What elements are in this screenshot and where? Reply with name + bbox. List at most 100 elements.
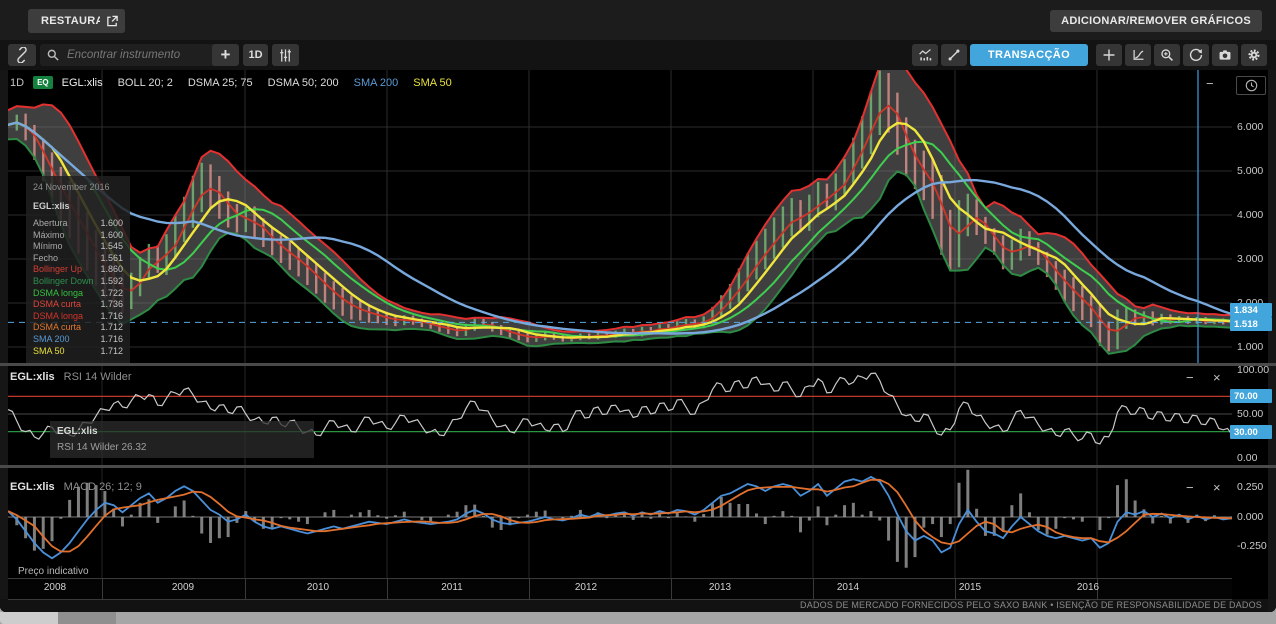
tooltip-row: SMA 501.712 <box>33 346 123 358</box>
chart-type-button[interactable] <box>912 44 938 66</box>
chain-link-icon <box>14 47 30 63</box>
indicator-label[interactable]: DSMA 25; 75 <box>188 77 253 89</box>
year-separator <box>102 579 103 599</box>
rsi-tooltip-symbol: EGL:xlis <box>57 426 307 437</box>
add-chart-button[interactable]: + <box>212 44 239 66</box>
indicator-label[interactable]: SMA 200 <box>354 77 399 89</box>
chart-application-window: RESTAURAR ADICIONAR/REMOVER GRÁFICOS + 1… <box>0 0 1276 612</box>
crosshair-tool-button[interactable] <box>1096 44 1122 66</box>
crosshair-icon <box>1102 47 1116 63</box>
minimize-macd-pane-button[interactable]: − <box>1180 480 1200 495</box>
tooltip-row: DSMA longa1.716 <box>33 311 123 323</box>
year-label: 2009 <box>172 582 194 593</box>
search-icon <box>47 49 59 61</box>
rsi-axis-label: 100.00 <box>1237 364 1269 376</box>
price-axis-label: 6.000 <box>1237 121 1263 133</box>
price-axis-label: 3.000 <box>1237 253 1263 265</box>
tooltip-row: Bollinger Up1.860 <box>33 264 123 276</box>
instrument-type-badge: EQ <box>33 76 53 89</box>
tooltip-row: Mínimo1.545 <box>33 241 123 253</box>
reset-chart-button[interactable] <box>1183 44 1209 66</box>
macd-axis-label: 0.250 <box>1237 481 1263 493</box>
year-label: 2016 <box>1077 582 1099 593</box>
price-axis-label: 5.000 <box>1237 165 1263 177</box>
year-label: 2008 <box>44 582 66 593</box>
rsi-tooltip-value: RSI 14 Wilder 26.32 <box>57 442 307 453</box>
tooltip-row: DSMA longa1.722 <box>33 288 123 300</box>
year-separator <box>813 579 814 599</box>
zoom-in-button[interactable] <box>1154 44 1180 66</box>
price-badge: 1.518 <box>1230 317 1272 331</box>
clock-icon <box>1245 79 1258 92</box>
rsi-axis-label: 0.00 <box>1237 452 1257 464</box>
price-pane-header: 1D EQ EGL:xlis BOLL 20; 2DSMA 25; 75DSMA… <box>10 76 452 89</box>
gear-icon <box>1247 47 1261 63</box>
minimize-rsi-pane-button[interactable]: − <box>1180 370 1200 385</box>
right-frame <box>1268 70 1276 612</box>
close-macd-pane-button[interactable]: × <box>1207 480 1227 495</box>
left-frame <box>0 70 8 612</box>
indicator-settings-button[interactable] <box>272 44 299 66</box>
desktop-shape <box>0 612 58 624</box>
trend-line-tool-button[interactable] <box>941 44 967 66</box>
transaction-button[interactable]: TRANSACÇÃO <box>970 44 1088 66</box>
price-axis-label: 1.000 <box>1237 341 1263 353</box>
price-badge: 1.834 <box>1230 303 1272 317</box>
indicative-price-label: Preço indicativo <box>18 566 89 577</box>
open-new-window-button[interactable] <box>100 9 125 33</box>
year-label: 2011 <box>441 582 463 593</box>
rsi-level-badge: 30.00 <box>1230 425 1272 439</box>
close-rsi-pane-button[interactable]: × <box>1207 370 1227 385</box>
rsi-tooltip: EGL:xlis RSI 14 Wilder 26.32 <box>50 421 314 458</box>
link-instrument-button[interactable] <box>8 44 36 66</box>
scale-settings-button[interactable] <box>1125 44 1151 66</box>
camera-icon <box>1218 47 1232 63</box>
price-chart-plot[interactable] <box>8 70 1232 363</box>
snapshot-button[interactable] <box>1212 44 1238 66</box>
year-separator <box>529 579 530 599</box>
year-separator <box>671 579 672 599</box>
macd-symbol-label: EGL:xlis <box>10 481 55 493</box>
rsi-pane-header: EGL:xlis RSI 14 Wilder <box>10 371 131 383</box>
year-label: 2015 <box>959 582 981 593</box>
indicator-label[interactable]: SMA 50 <box>413 77 452 89</box>
desktop-background <box>0 612 1276 624</box>
top-bar: RESTAURAR ADICIONAR/REMOVER GRÁFICOS <box>0 0 1276 40</box>
period-label: 1D <box>10 77 24 89</box>
time-axis-settings-button[interactable] <box>1236 76 1266 95</box>
indicator-label[interactable]: DSMA 50; 200 <box>268 77 339 89</box>
chart-region: 1D EQ EGL:xlis BOLL 20; 2 DSMA 25; 75 DSMA… <box>0 70 1276 612</box>
ohlc-tooltip: 24 November 2016 EGL:xlis Abertura1.600M… <box>26 176 130 363</box>
minimize-price-pane-button[interactable]: − <box>1200 76 1220 91</box>
tooltip-row: DSMA curta1.712 <box>33 322 123 334</box>
settings-button[interactable] <box>1241 44 1267 66</box>
year-label: 2012 <box>575 582 597 593</box>
rsi-axis-label: 50.00 <box>1237 408 1263 420</box>
add-remove-charts-button[interactable]: ADICIONAR/REMOVER GRÁFICOS <box>1050 10 1262 32</box>
search-input[interactable] <box>65 48 213 62</box>
tooltip-row: Fecho1.561 <box>33 253 123 265</box>
tooltip-row: SMA 2001.716 <box>33 334 123 346</box>
external-link-icon <box>106 14 119 28</box>
macd-chart-svg <box>8 468 1232 578</box>
axis-curve-icon <box>1131 47 1145 63</box>
year-label: 2014 <box>837 582 859 593</box>
time-axis[interactable]: 200820092010201120122013201420152016 <box>8 578 1232 600</box>
tooltip-row: DSMA curta1.736 <box>33 299 123 311</box>
instrument-search-box <box>40 44 220 66</box>
sliders-icon <box>278 48 293 63</box>
period-button[interactable]: 1D <box>243 44 268 66</box>
year-separator <box>387 579 388 599</box>
zoom-in-icon <box>1160 47 1174 63</box>
indicator-legend: BOLL 20; 2 DSMA 25; 75 DSMA 50; 200 SMA 200… <box>118 77 452 89</box>
line-bars-chart-icon <box>918 47 932 63</box>
year-label: 2010 <box>307 582 329 593</box>
macd-indicator-label: MACD 26; 12; 9 <box>64 481 142 493</box>
rsi-symbol-label: EGL:xlis <box>10 371 55 383</box>
macd-chart-plot[interactable] <box>8 468 1232 578</box>
chart-toolbar: + 1D TRANSACÇÃO <box>0 40 1276 71</box>
desktop-shape <box>58 612 116 624</box>
tooltip-row: Máximo1.600 <box>33 230 123 242</box>
indicator-label[interactable]: BOLL 20; 2 <box>118 77 173 89</box>
tooltip-row: Abertura1.600 <box>33 218 123 230</box>
